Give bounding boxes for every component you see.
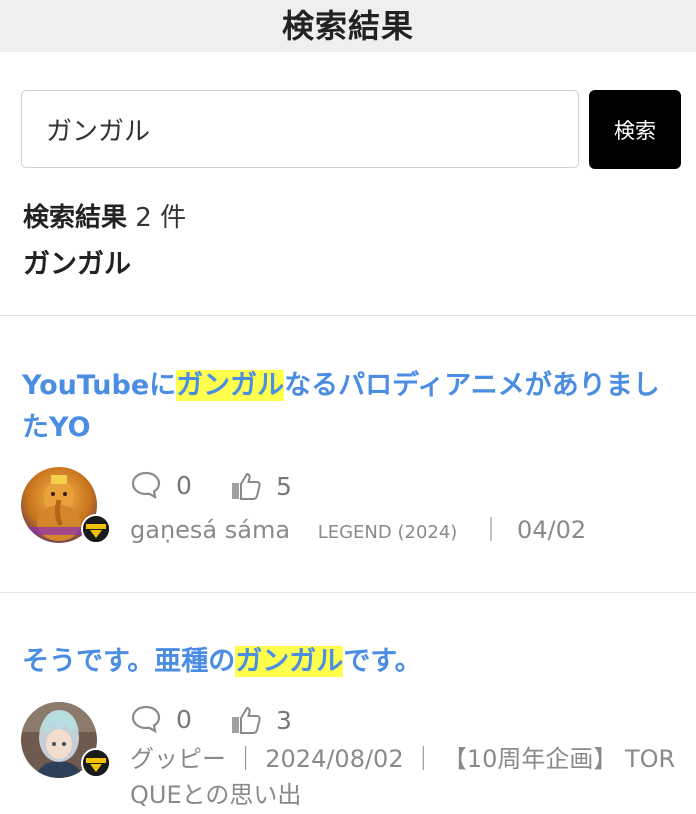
post-meta: グッピー ｜ 2024/08/02 ｜ 【10周年企画】 TORQUEとの思い出 — [130, 745, 676, 809]
result-count-label: 検索結果 — [23, 203, 128, 233]
like-count-value: 5 — [276, 471, 292, 501]
author-rank: LEGEND (2024) — [317, 522, 458, 543]
page-title: 検索結果 — [281, 7, 414, 45]
like-count[interactable]: 3 — [230, 704, 292, 736]
post-title-link[interactable]: YouTubeにガンガルなるパロディアニメがありましたYO — [22, 365, 662, 449]
meta-separator: ｜ — [478, 516, 503, 544]
search-input[interactable] — [21, 90, 579, 168]
search-button[interactable]: 検索 — [589, 90, 681, 169]
comment-count-value: 0 — [176, 470, 192, 500]
like-count-value: 3 — [276, 705, 292, 735]
post-title-text: そうです。亜種の — [22, 646, 236, 677]
thumbs-up-icon — [230, 704, 262, 736]
header-bar: 検索結果 — [0, 0, 696, 52]
post-title-text: YouTubeに — [22, 370, 177, 401]
post-title-highlight: ガンガル — [235, 646, 344, 677]
post-date: 04/02 — [516, 516, 587, 544]
comment-count-value: 0 — [176, 704, 192, 734]
thumbs-up-icon — [230, 470, 262, 502]
divider — [0, 592, 696, 593]
comment-count[interactable]: 0 — [130, 704, 192, 734]
comment-count[interactable]: 0 — [130, 470, 192, 500]
result-count: 検索結果 2 件 — [23, 197, 186, 234]
author-name[interactable]: gaṇesá sáma — [130, 516, 290, 544]
post-title-link[interactable]: そうです。亜種のガンガルです。 — [22, 641, 662, 683]
post-title-text: です。 — [343, 646, 422, 677]
post-meta: gaṇesá sáma LEGEND (2024) ｜ 04/02 — [130, 510, 586, 545]
comment-icon — [130, 470, 162, 500]
rank-badge-icon — [81, 514, 111, 544]
search-query-echo: ガンガル — [23, 249, 131, 280]
like-count[interactable]: 5 — [230, 470, 292, 502]
rank-badge-icon — [81, 748, 111, 778]
result-count-value: 2 件 — [135, 203, 187, 233]
comment-icon — [130, 704, 162, 734]
post-title-highlight: ガンガル — [176, 370, 285, 401]
divider — [0, 315, 696, 316]
